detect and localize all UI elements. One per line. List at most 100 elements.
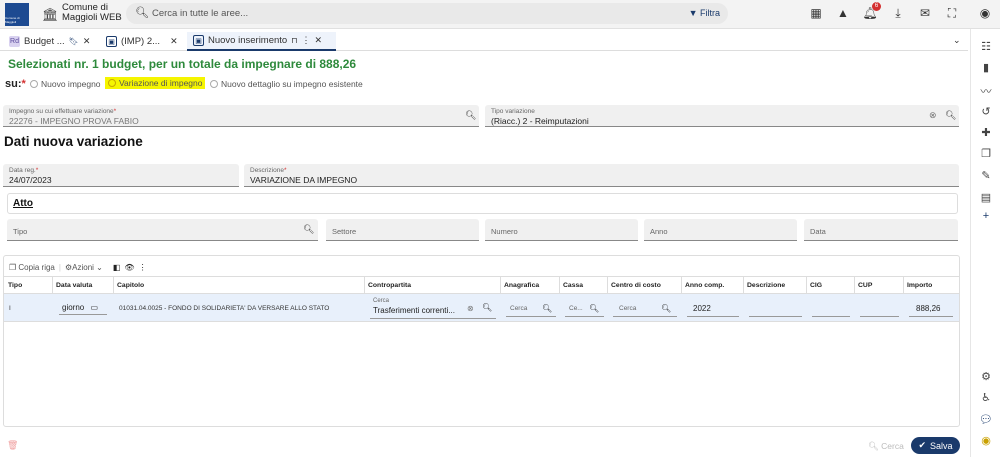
radio-variazione-impegno[interactable]: Variazione di impegno <box>105 77 206 89</box>
mail-icon[interactable]: ✉ <box>917 6 933 20</box>
support-icon[interactable]: ◉ <box>979 434 993 447</box>
tab-imp[interactable]: ▣ (IMP) 2... ✕ <box>100 32 184 51</box>
impegno-field[interactable]: Impegno su cui effettuare variazione* 22… <box>3 105 479 127</box>
clear-icon[interactable]: ⊗ <box>929 110 937 121</box>
atto-numero-field[interactable]: Numero <box>485 219 638 241</box>
table-row[interactable]: I giorno ▭ 01031.04.0025 - FONDO DI SOLI… <box>4 294 959 322</box>
col-data-valuta[interactable]: Data valuta <box>56 282 92 289</box>
tabs-bar: Rd Budget ... 🔖︎ ✕ ▣ (IMP) 2... ✕ ▣ Nuov… <box>0 31 968 51</box>
cig-input[interactable] <box>812 301 850 317</box>
filter-button[interactable]: ▼ Filtra <box>689 8 720 18</box>
col-importo[interactable]: Importo <box>907 282 932 289</box>
account-icon[interactable]: ◉ <box>977 6 993 20</box>
cup-input[interactable] <box>860 301 899 317</box>
radio-label: Nuovo dettaglio su impegno esistente <box>221 79 363 89</box>
azioni-button[interactable]: ⚙Azioni ⌄ <box>65 263 103 272</box>
col-cup[interactable]: CUP <box>858 282 872 289</box>
radio-nuovo-dettaglio[interactable]: Nuovo dettaglio su impegno esistente <box>210 79 363 89</box>
atto-anno-field[interactable]: Anno <box>644 219 797 241</box>
search-icon[interactable]: 🔍︎ <box>542 304 552 313</box>
radio-label: Nuovo impegno <box>41 79 101 89</box>
bookmark-outline-icon[interactable]: ⊓ <box>291 36 297 45</box>
download-icon[interactable]: ⤓ <box>890 6 906 21</box>
bank-icon: 🏛 <box>42 7 59 22</box>
cassa-input[interactable]: Ce... 🔍︎ <box>565 301 604 317</box>
chat-icon[interactable]: 💬︎ <box>979 413 993 426</box>
search-icon[interactable]: 🔍︎ <box>661 304 671 313</box>
document-icon[interactable]: ▤ <box>979 191 993 204</box>
edit-doc-icon[interactable]: ✎ <box>979 169 993 182</box>
close-icon[interactable]: ✕ <box>170 36 178 47</box>
trend-icon[interactable]: 〰 <box>979 83 993 99</box>
tipo-variazione-field[interactable]: Tipo variazione (Riacc.) 2 - Reimputazio… <box>485 105 959 127</box>
copy-icon[interactable]: ❐ <box>979 147 993 160</box>
separator: | <box>58 262 61 272</box>
col-cig[interactable]: CIG <box>810 282 822 289</box>
field-label: Data reg.* <box>9 167 39 174</box>
col-contropartita[interactable]: Contropartita <box>368 282 411 289</box>
search-icon[interactable]: 🔍︎ <box>303 224 314 235</box>
data-reg-field[interactable]: Data reg.* 24/07/2023 <box>3 164 239 187</box>
gear-icon[interactable]: ⚙ <box>979 370 993 383</box>
accessibility-icon[interactable]: ♿︎ <box>979 391 993 404</box>
dashboard-icon[interactable]: ▦ <box>808 6 824 20</box>
centro-placeholder: Cerca <box>619 305 637 312</box>
fullscreen-icon[interactable]: ⛶ <box>944 6 960 21</box>
eye-icon[interactable]: 👁︎ <box>124 263 134 272</box>
clear-icon[interactable]: ⊗ <box>467 304 474 313</box>
more-vert-icon[interactable]: ⋮ <box>139 263 147 272</box>
close-icon[interactable]: ✕ <box>314 35 322 46</box>
search-icon[interactable]: 🔍︎ <box>465 110 476 121</box>
save-button[interactable]: ✔ Salva <box>911 437 960 454</box>
cerca-button[interactable]: 🔍︎ Cerca <box>868 441 904 452</box>
bookmark-icon[interactable]: 🔖︎ <box>69 37 79 46</box>
contropartita-input[interactable]: Cerca Trasferimenti correnti... ⊗ 🔍︎ <box>370 297 496 319</box>
global-search[interactable]: 🔍︎ Cerca in tutte le aree... ▼ Filtra <box>126 3 728 24</box>
tipo-variazione-value: (Riacc.) 2 - Reimputazioni <box>491 116 589 126</box>
col-capitolo[interactable]: Capitolo <box>117 282 144 289</box>
col-centro-costo[interactable]: Centro di costo <box>611 282 661 289</box>
atto-settore-field[interactable]: Settore <box>326 219 479 241</box>
list-icon[interactable]: ☷ <box>979 40 993 53</box>
radio-circle-selected <box>108 79 116 87</box>
anagrafica-input[interactable]: Cerca 🔍︎ <box>506 301 556 317</box>
col-tipo[interactable]: Tipo <box>8 282 22 289</box>
atto-data-field[interactable]: Data <box>804 219 958 241</box>
duplicate-icon[interactable]: ◧ <box>113 263 121 272</box>
app-logo[interactable]: Comune di Maggioli <box>5 3 29 26</box>
calendar-icon[interactable]: ▭ <box>90 303 98 312</box>
history-icon[interactable]: ↺ <box>979 105 993 118</box>
book-icon[interactable]: ▮ <box>979 61 993 74</box>
warning-icon[interactable]: ▲ <box>835 6 851 20</box>
field-placeholder: Anno <box>650 227 668 236</box>
chevron-down-icon[interactable]: ⌄ <box>953 35 961 46</box>
search-icon[interactable]: 🔍︎ <box>589 304 599 313</box>
delete-icon[interactable]: 🗑︎ <box>7 440 18 451</box>
plug-icon[interactable]: ✚ <box>979 126 993 139</box>
radio-nuovo-impegno[interactable]: Nuovo impegno <box>30 79 101 89</box>
more-vert-icon[interactable]: ⋮ <box>301 35 310 46</box>
copy-row-button[interactable]: ❐ Copia riga <box>9 263 55 272</box>
search-icon[interactable]: 🔍︎ <box>482 303 492 312</box>
anno-comp-input[interactable]: 2022 <box>687 301 739 317</box>
col-anno-comp[interactable]: Anno comp. <box>685 282 724 289</box>
plus-icon[interactable]: + <box>979 210 993 222</box>
importo-input[interactable]: 888,26 <box>909 301 953 317</box>
col-descrizione[interactable]: Descrizione <box>747 282 785 289</box>
imp-tab-icon: ▣ <box>106 36 117 47</box>
ente-name[interactable]: Comune di Maggioli WEB <box>62 3 132 23</box>
importo-value: 888,26 <box>916 304 941 313</box>
atto-tipo-field[interactable]: Tipo 🔍︎ <box>7 219 318 241</box>
col-anagrafica[interactable]: Anagrafica <box>504 282 539 289</box>
descrizione-field[interactable]: Descrizione* VARIAZIONE DA IMPEGNO <box>244 164 959 187</box>
search-icon[interactable]: 🔍︎ <box>945 110 956 121</box>
tab-label: Nuovo inserimento <box>208 35 288 46</box>
close-icon[interactable]: ✕ <box>83 36 91 47</box>
tab-nuovo-inserimento[interactable]: ▣ Nuovo inserimento ⊓ ⋮ ✕ <box>187 32 336 51</box>
col-cassa[interactable]: Cassa <box>563 282 583 289</box>
tab-budget[interactable]: Rd Budget ... 🔖︎ ✕ <box>3 32 97 51</box>
atto-panel[interactable]: Atto <box>7 193 958 214</box>
descrizione-input[interactable] <box>749 301 802 317</box>
centro-costo-input[interactable]: Cerca 🔍︎ <box>613 301 677 317</box>
data-valuta-input[interactable]: giorno ▭ <box>59 301 107 315</box>
